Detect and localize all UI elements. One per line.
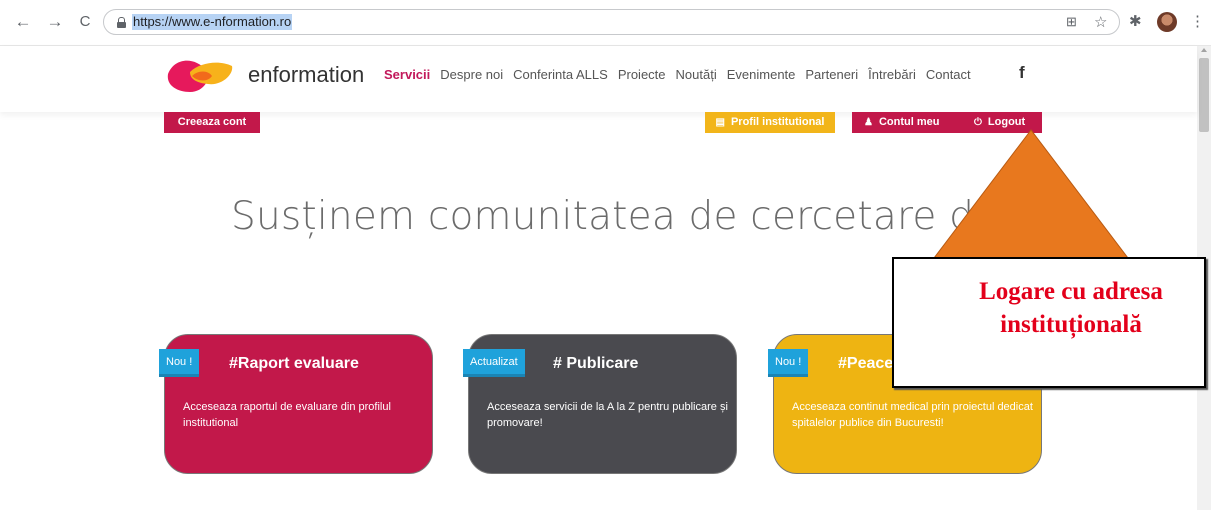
card-title[interactable]: #Raport evaluare (229, 355, 359, 373)
card-description: Acceseaza continut medical prin proiectu… (792, 401, 1033, 429)
annotation-line-1: Logare cu adresa (979, 278, 1163, 305)
browser-menu-icon[interactable]: ⋮ (1190, 12, 1205, 30)
card-title[interactable]: # Publicare (553, 355, 638, 373)
annotation-text: Logare cu adresa instituțională (894, 275, 1208, 341)
annotation-callout: Logare cu adresa instituțională (892, 257, 1206, 388)
card-badge: Nou ! (768, 349, 809, 377)
card-badge: Actualizat (463, 349, 525, 377)
annotation-line-2: instituțională (1000, 311, 1142, 338)
scrollbar-thumb[interactable] (1199, 58, 1209, 132)
profile-avatar[interactable] (1157, 12, 1177, 32)
card-description: Acceseaza raportul de evaluare din profi… (183, 401, 391, 429)
facebook-icon[interactable]: f (1019, 63, 1025, 83)
card-description: Acceseaza servicii de la A la Z pentru p… (487, 401, 728, 429)
extensions-icon[interactable]: ✱ (1129, 12, 1142, 30)
hero-title: Susținem comunitatea de cercetare din Ro… (231, 194, 1000, 239)
bookmark-star-icon[interactable]: ☆ (1094, 13, 1107, 31)
card-badge: Nou ! (159, 349, 200, 377)
card-raport-evaluare[interactable]: Nou ! #Raport evaluare Acceseaza raportu… (159, 334, 433, 474)
qr-code-icon[interactable]: ⊞ (1066, 14, 1077, 30)
card-publicare[interactable]: Actualizat # Publicare Acceseaza servici… (463, 334, 737, 474)
scroll-up-arrow-icon[interactable] (1201, 48, 1207, 52)
